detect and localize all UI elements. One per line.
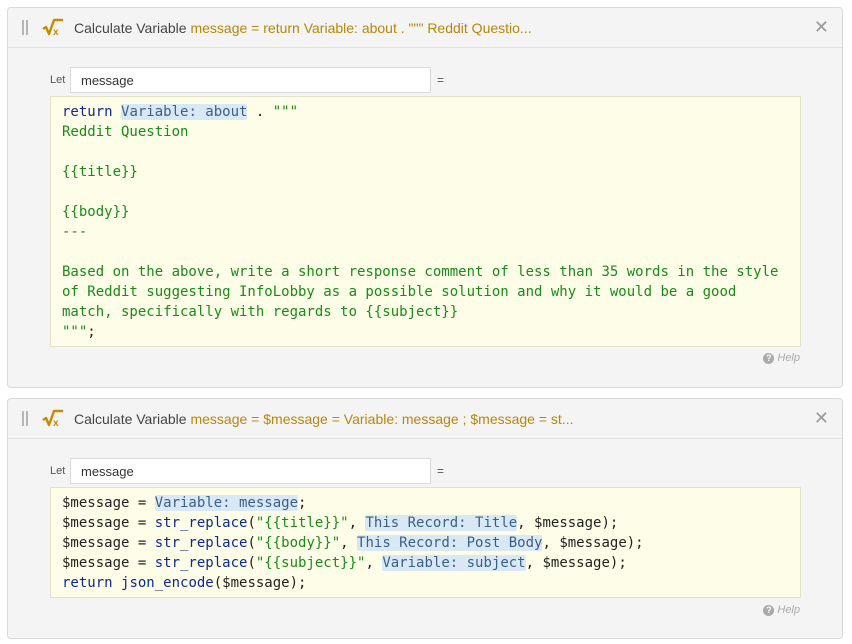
code-text: , $message); (542, 535, 644, 551)
code-text: , (365, 555, 383, 571)
action-summary: message = return Variable: about . """ R… (190, 20, 532, 36)
drag-handle-icon[interactable] (22, 20, 28, 35)
svg-text:x: x (53, 418, 59, 429)
help-link[interactable]: ? Help (763, 604, 800, 616)
close-icon[interactable]: ✕ (814, 17, 829, 37)
code-text: ; (87, 324, 96, 340)
card-header[interactable]: x Calculate Variable message = return Va… (8, 8, 842, 48)
code-text: ( (247, 515, 256, 531)
help-icon: ? (763, 604, 775, 616)
action-label: Calculate Variable (74, 411, 187, 427)
card-header[interactable]: x Calculate Variable message = $message … (8, 399, 842, 439)
let-label: Let (50, 465, 66, 477)
code-text: , (348, 515, 366, 531)
code-string: "{{subject}}" (255, 555, 366, 571)
code-string: "{{body}}" (255, 535, 341, 551)
code-text: $message = (62, 495, 155, 511)
code-function: str_replace (154, 555, 248, 571)
calculator-fx-icon: x (42, 18, 64, 38)
code-function: str_replace (154, 515, 248, 531)
calculator-fx-icon: x (42, 409, 64, 429)
code-text: $message = (62, 535, 155, 551)
action-label: Calculate Variable (74, 20, 187, 36)
calculate-variable-card-1: x Calculate Variable message = return Va… (7, 7, 843, 388)
variable-name-input[interactable] (70, 67, 431, 93)
code-string: """ (272, 104, 299, 120)
code-string: match, specifically with regards to {{su… (62, 304, 459, 320)
code-string: --- (62, 224, 88, 240)
variable-token[interactable]: Variable: subject (382, 555, 526, 571)
code-function: json_encode (121, 575, 214, 591)
equals-sign: = (437, 73, 445, 87)
code-keyword: return (62, 104, 113, 120)
code-editor[interactable]: return Variable: about . """ Reddit Ques… (50, 96, 801, 347)
code-text: ( (247, 555, 256, 571)
code-text: . (247, 104, 273, 120)
code-string: """ (62, 324, 88, 340)
help-icon: ? (763, 352, 775, 364)
calculate-variable-card-2: x Calculate Variable message = $message … (7, 398, 843, 639)
action-summary: message = $message = Variable: message ;… (190, 411, 574, 427)
code-string: of Reddit suggesting InfoLobby as a poss… (62, 284, 737, 300)
code-editor[interactable]: $message = Variable: message; $message =… (50, 487, 801, 598)
help-link[interactable]: ? Help (763, 352, 800, 364)
code-text: $message = (62, 515, 155, 531)
record-token[interactable]: This Record: Post Body (357, 535, 543, 551)
help-label: Help (777, 604, 800, 616)
code-text: $message = (62, 555, 155, 571)
drag-handle-icon[interactable] (22, 411, 28, 426)
variable-token[interactable]: Variable: about (121, 104, 248, 120)
code-string: {{title}} (62, 164, 138, 180)
code-text: ; (298, 495, 307, 511)
equals-sign: = (437, 464, 445, 478)
card-title: Calculate Variable message = return Vari… (74, 19, 794, 37)
variable-name-input[interactable] (70, 458, 431, 484)
code-keyword: return (62, 575, 113, 591)
svg-text:x: x (53, 27, 59, 38)
code-string: {{body}} (62, 204, 130, 220)
code-text: ($message); (213, 575, 307, 591)
record-token[interactable]: This Record: Title (365, 515, 518, 531)
code-text: , (340, 535, 358, 551)
close-icon[interactable]: ✕ (814, 408, 829, 428)
code-string: Based on the above, write a short respon… (62, 264, 779, 280)
code-function: str_replace (154, 535, 248, 551)
code-text: , $message); (517, 515, 619, 531)
let-row: Let = (50, 67, 444, 93)
let-row: Let = (50, 458, 444, 484)
code-string: Reddit Question (62, 124, 189, 140)
variable-token[interactable]: Variable: message (154, 495, 299, 511)
card-title: Calculate Variable message = $message = … (74, 410, 794, 428)
code-string: "{{title}}" (255, 515, 349, 531)
let-label: Let (50, 74, 66, 86)
code-text: ( (247, 535, 256, 551)
code-text: , $message); (525, 555, 627, 571)
help-label: Help (777, 352, 800, 364)
